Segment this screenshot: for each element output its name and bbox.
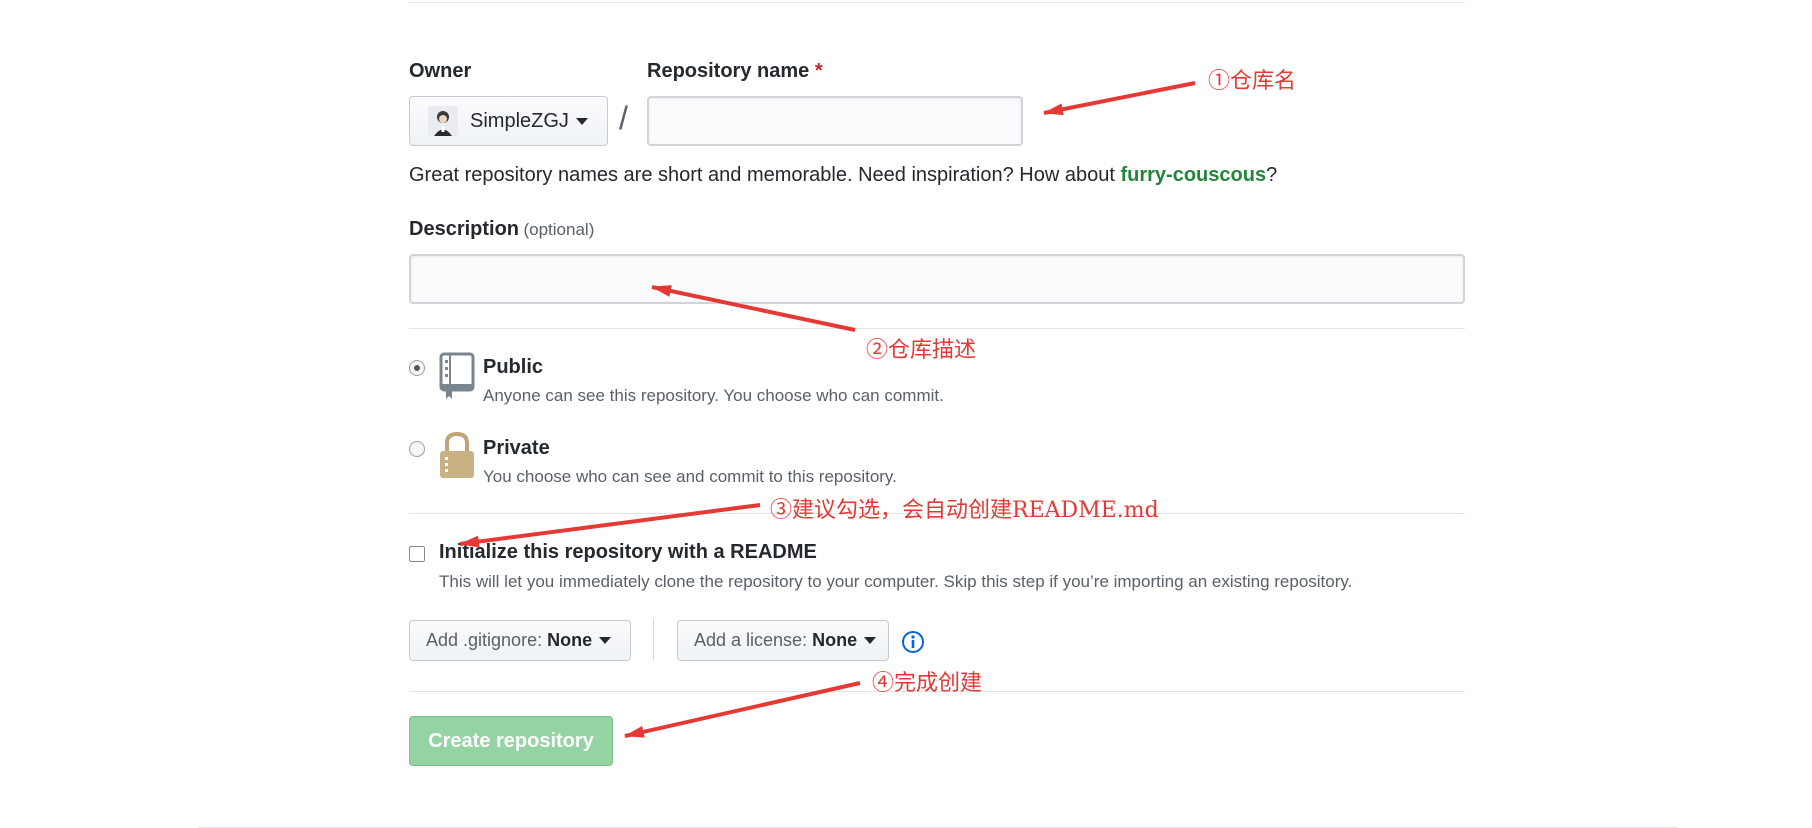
repo-name-input[interactable]	[647, 96, 1023, 146]
license-label: Add a license:	[694, 630, 808, 650]
chevron-down-icon	[599, 637, 612, 644]
gitignore-dropdown[interactable]: Add .gitignore: None	[409, 620, 631, 661]
description-optional: (optional)	[523, 220, 595, 239]
license-value: None	[812, 630, 858, 650]
owner-label: Owner	[409, 60, 472, 82]
top-divider	[409, 2, 1465, 3]
private-description: You choose who can see and commit to thi…	[483, 467, 897, 486]
annotation-repo-name: ①仓库名	[1208, 69, 1297, 94]
suggestion-link[interactable]: furry-couscous	[1120, 164, 1266, 186]
description-label-text: Description	[409, 218, 520, 240]
annotation-create: ④完成创建	[872, 671, 983, 696]
divider-visibility	[409, 328, 1465, 329]
public-title: Public	[483, 356, 544, 378]
name-hint-text: Great repository names are short and mem…	[409, 164, 1121, 186]
annotation-readme: ③建议勾选，会自动创建README.md	[770, 498, 1159, 523]
annotation-description: ②仓库描述	[866, 338, 977, 363]
readme-title: Initialize this repository with a README	[439, 541, 817, 563]
repo-name-label-text: Repository name	[647, 60, 810, 82]
chevron-down-icon	[864, 637, 877, 644]
repo-public-icon	[438, 352, 476, 405]
license-dropdown[interactable]: Add a license: None	[677, 620, 889, 661]
gitignore-label: Add .gitignore:	[426, 630, 543, 650]
public-description: Anyone can see this repository. You choo…	[483, 386, 944, 405]
dropdown-separator	[653, 619, 654, 660]
public-radio[interactable]	[409, 360, 425, 376]
owner-username: SimpleZGJ	[470, 109, 569, 132]
lock-icon	[437, 430, 477, 485]
chevron-down-icon	[575, 117, 588, 125]
owner-repo-separator: /	[619, 100, 628, 136]
description-input[interactable]	[409, 254, 1465, 304]
repo-name-label: Repository name *	[647, 60, 823, 83]
description-label: Description (optional)	[409, 218, 594, 241]
gitignore-value: None	[547, 630, 593, 650]
create-repository-button[interactable]: Create repository	[409, 716, 613, 766]
private-radio[interactable]	[409, 441, 425, 457]
readme-checkbox[interactable]	[409, 546, 425, 562]
name-hint-end: ?	[1266, 164, 1278, 186]
name-hint: Great repository names are short and mem…	[409, 164, 1277, 187]
readme-description: This will let you immediately clone the …	[439, 572, 1353, 591]
owner-dropdown[interactable]: SimpleZGJ	[409, 96, 608, 146]
info-icon[interactable]	[901, 630, 925, 659]
private-title: Private	[483, 437, 550, 459]
arrow-3	[459, 503, 761, 548]
arrow-1	[1043, 81, 1196, 116]
required-mark: *	[814, 60, 823, 82]
owner-avatar	[428, 106, 458, 136]
